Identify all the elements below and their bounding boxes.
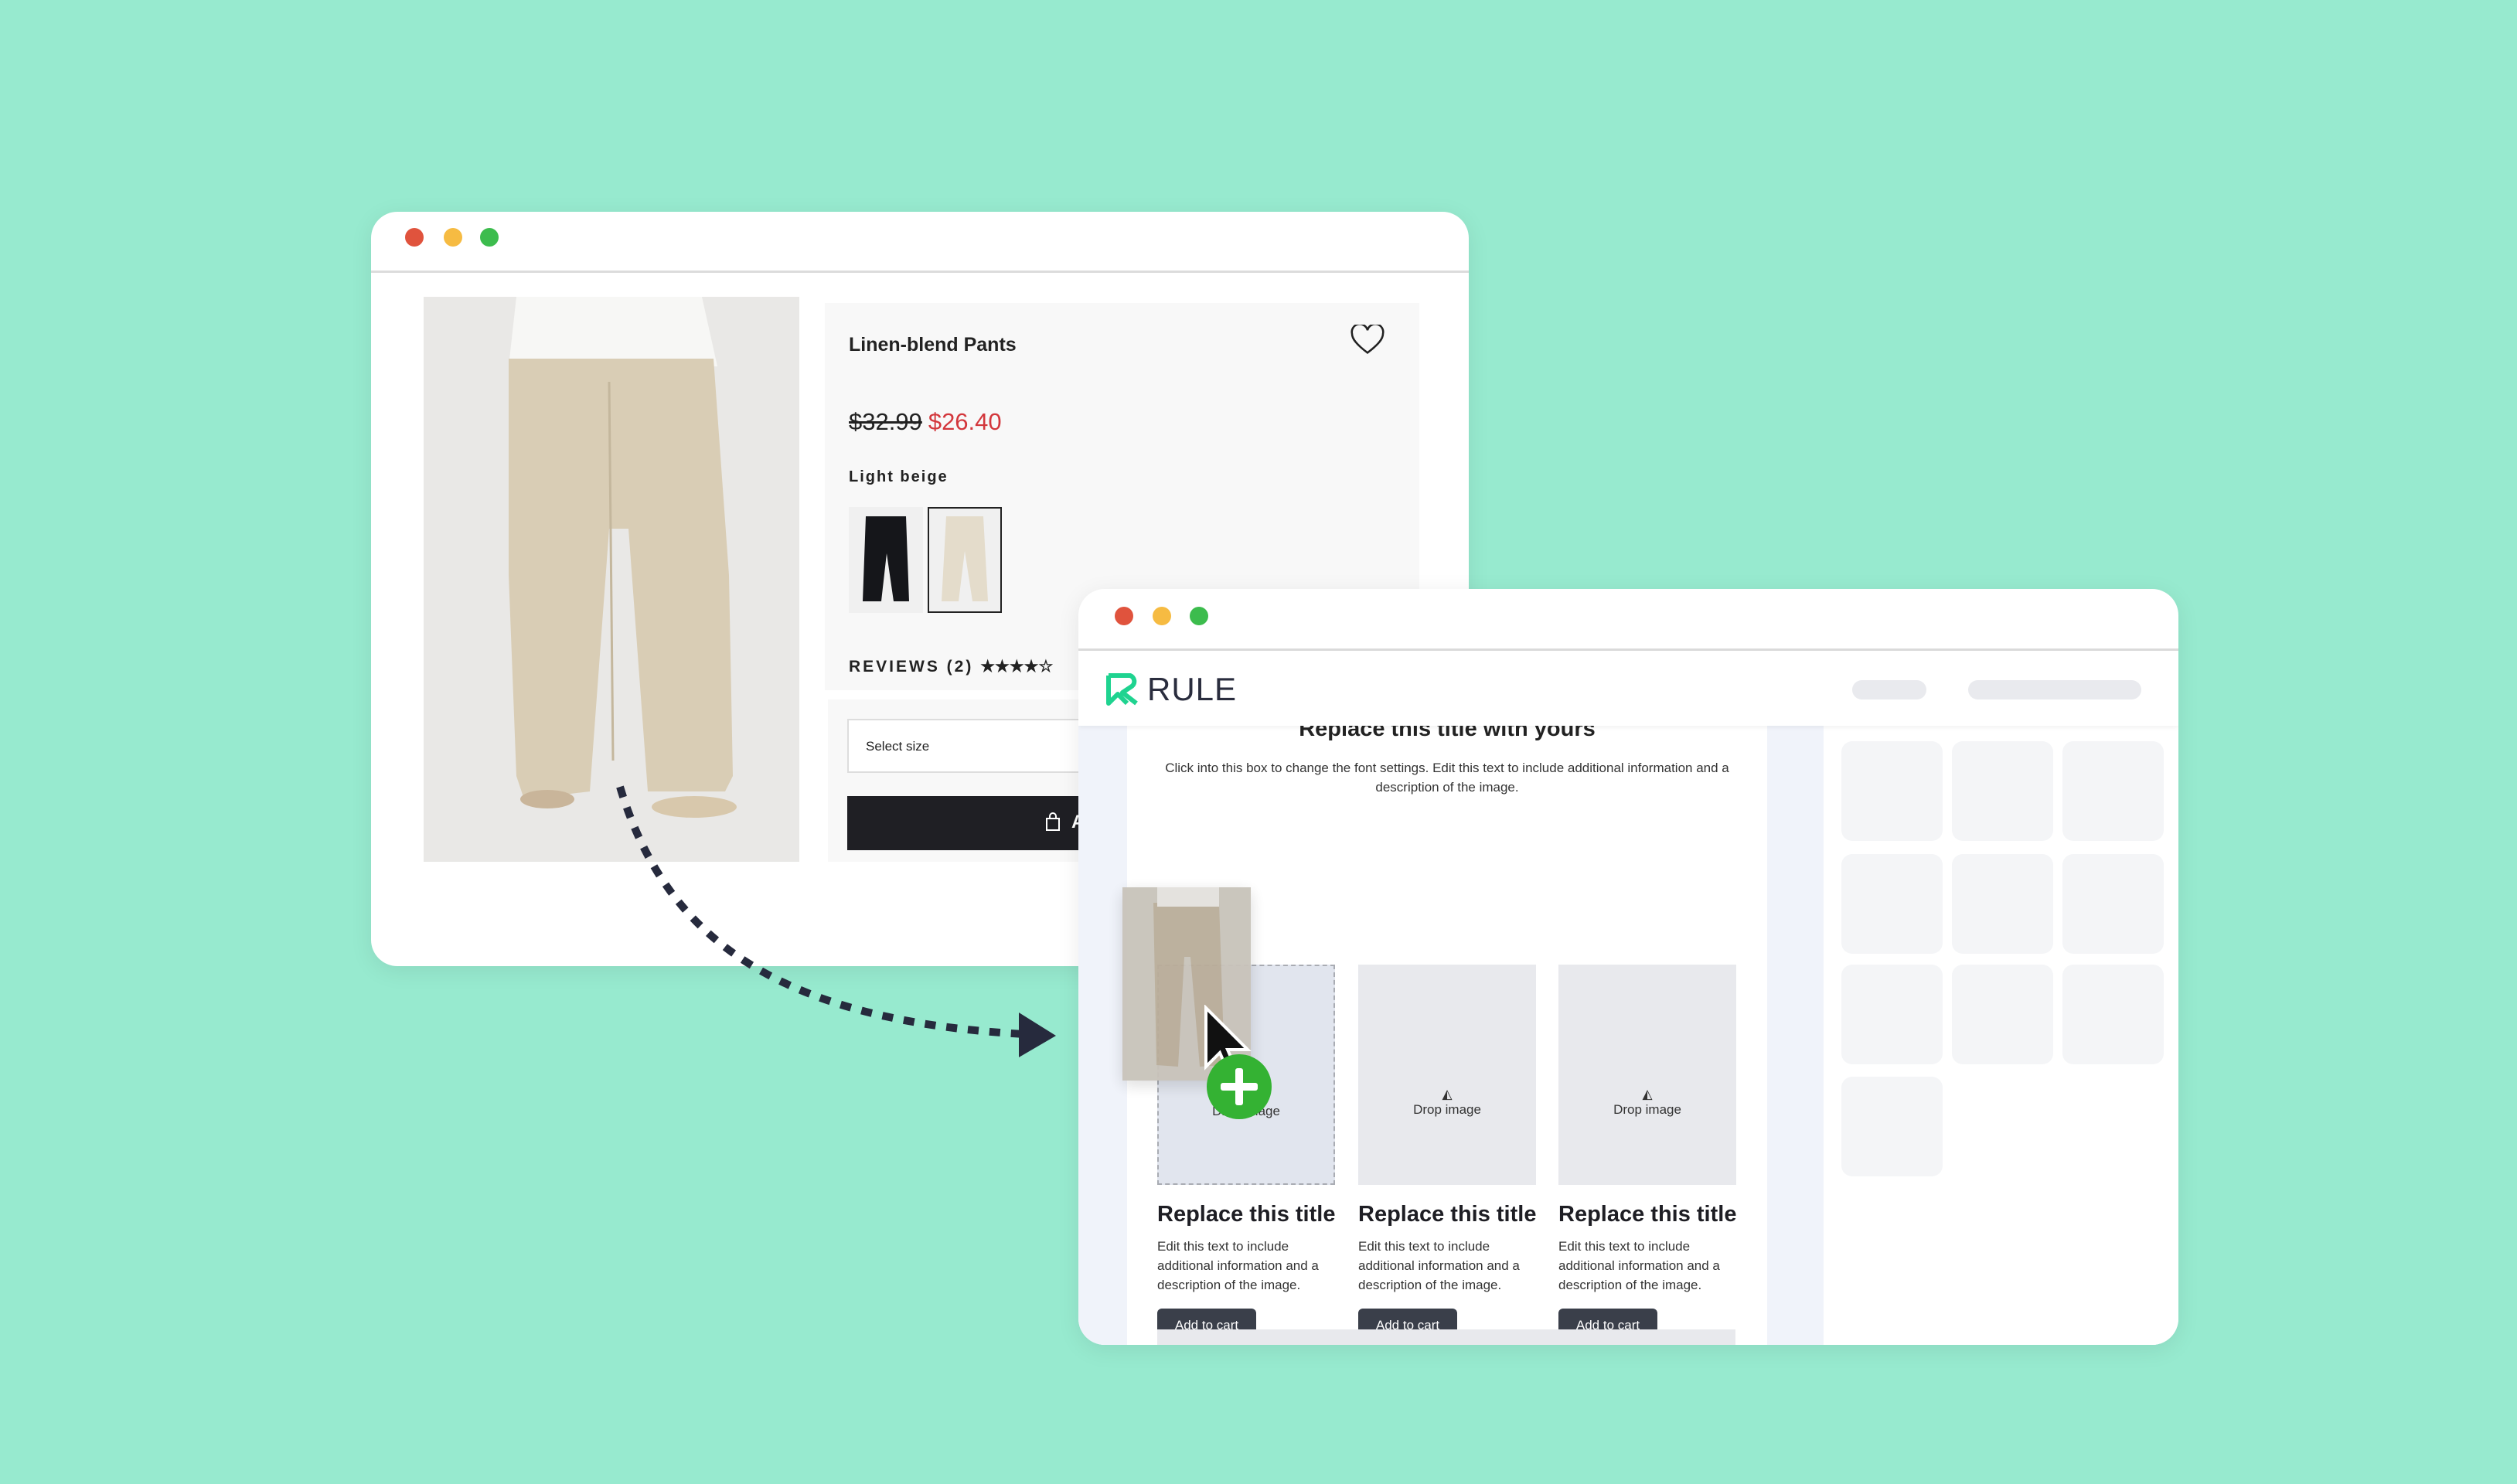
- block-tile[interactable]: [1841, 854, 1943, 954]
- card-title[interactable]: Replace this title: [1157, 1202, 1335, 1227]
- block-tile[interactable]: [2062, 741, 2164, 841]
- block-tile[interactable]: [2062, 965, 2164, 1064]
- minimize-window-dot[interactable]: [1153, 607, 1171, 625]
- add-plus-icon: [1207, 1054, 1272, 1119]
- section-text[interactable]: Click into this box to change the font s…: [1158, 758, 1736, 797]
- image-drop-zone[interactable]: ◭Drop image: [1358, 965, 1536, 1185]
- blocks-panel: [1824, 726, 2178, 1345]
- header-button-placeholder[interactable]: [1968, 680, 2141, 699]
- image-icon: ◭: [1442, 1087, 1453, 1101]
- card-text[interactable]: Edit this text to include additional inf…: [1358, 1237, 1536, 1295]
- block-tile[interactable]: [1952, 854, 2053, 954]
- rule-logo-icon: [1106, 673, 1138, 706]
- rule-logo[interactable]: RULE: [1105, 671, 1237, 708]
- block-tile[interactable]: [1952, 741, 2053, 841]
- block-tile[interactable]: [1952, 965, 2053, 1064]
- placeholder-block[interactable]: [1157, 1329, 1735, 1345]
- block-tile[interactable]: [1841, 741, 1943, 841]
- close-window-dot[interactable]: [1115, 607, 1133, 625]
- product-card: ◭Drop image Replace this title Edit this…: [1358, 965, 1536, 1343]
- card-text[interactable]: Edit this text to include additional inf…: [1157, 1237, 1335, 1295]
- header-button-placeholder[interactable]: [1852, 680, 1926, 699]
- card-title[interactable]: Replace this title: [1358, 1202, 1536, 1227]
- block-tile[interactable]: [1841, 1077, 1943, 1176]
- block-tile[interactable]: [1841, 965, 1943, 1064]
- brand-name: RULE: [1147, 671, 1238, 707]
- card-text[interactable]: Edit this text to include additional inf…: [1558, 1237, 1736, 1295]
- product-card: ◭Drop image Replace this title Edit this…: [1558, 965, 1736, 1343]
- maximize-window-dot[interactable]: [1190, 607, 1208, 625]
- card-title[interactable]: Replace this title: [1558, 1202, 1736, 1227]
- drop-image-label: ◭Drop image: [1613, 1087, 1681, 1117]
- editor-header: RULE: [1078, 651, 2178, 726]
- image-drop-zone[interactable]: ◭Drop image: [1558, 965, 1736, 1185]
- drop-image-label: ◭Drop image: [1413, 1087, 1481, 1117]
- image-icon: ◭: [1642, 1087, 1653, 1101]
- block-tile[interactable]: [2062, 854, 2164, 954]
